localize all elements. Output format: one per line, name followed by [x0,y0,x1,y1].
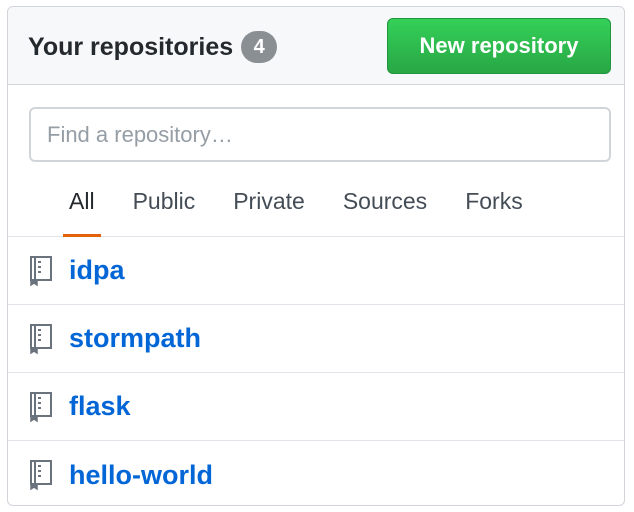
repo-icon [30,460,52,491]
repository-link-idpa[interactable]: idpa [69,255,125,286]
list-item: flask [8,373,624,441]
tab-private[interactable]: Private [214,173,324,237]
tab-sources[interactable]: Sources [324,173,446,237]
repository-link-hello-world[interactable]: hello-world [69,460,213,491]
repo-icon [30,323,52,354]
repository-link-stormpath[interactable]: stormpath [69,323,201,354]
repository-type-tabs: All Public Private Sources Forks [50,173,542,237]
list-item: hello-world [8,441,624,505]
repo-icon [30,255,52,286]
tab-all[interactable]: All [50,173,114,237]
new-repository-button[interactable]: New repository [387,18,611,74]
panel-title: Your repositories 4 [28,31,278,63]
repo-icon [30,391,52,422]
tab-forks[interactable]: Forks [446,173,542,237]
repository-list: idpa stormpath flask hello-world [8,237,624,505]
repository-filter: All Public Private Sources Forks [8,85,624,237]
tab-public[interactable]: Public [114,173,215,237]
list-item: idpa [8,237,624,305]
repository-count-badge: 4 [241,31,278,63]
find-repository-input[interactable] [29,107,611,162]
list-item: stormpath [8,305,624,373]
repositories-panel: Your repositories 4 New repository All P… [7,6,625,506]
panel-header: Your repositories 4 New repository [8,7,624,85]
panel-title-text: Your repositories [28,32,234,61]
repository-link-flask[interactable]: flask [69,391,131,422]
